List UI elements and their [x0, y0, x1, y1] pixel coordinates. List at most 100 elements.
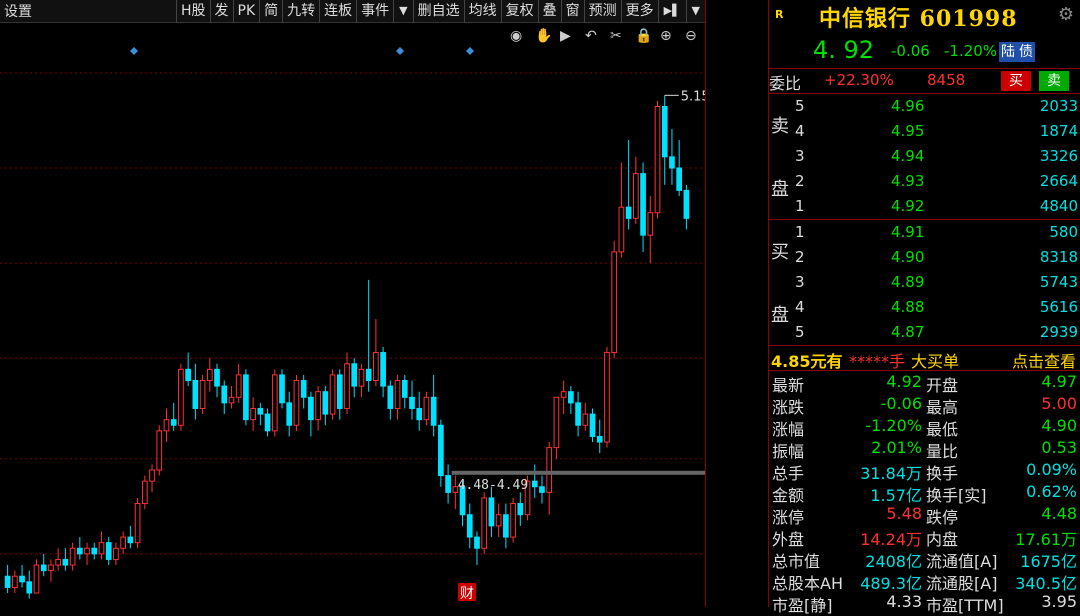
bid-row[interactable]: 1 4.91 580	[769, 220, 1080, 245]
stats-row: 总市值 2408亿 流通值[A] 1675亿	[769, 547, 1080, 571]
level: 5	[795, 323, 805, 341]
candle-body	[257, 407, 264, 415]
candle-body	[250, 407, 256, 421]
toolbar-button-14[interactable]: 更多	[620, 0, 658, 22]
toolbar-button-12[interactable]: 窗	[560, 0, 584, 22]
candle-body	[192, 380, 199, 409]
stat-value: 4.90	[1041, 416, 1077, 435]
toolbar-button-16[interactable]: ▼	[685, 0, 705, 22]
candle-body	[401, 380, 408, 398]
ask-row[interactable]: 3 4.94 3326	[769, 144, 1080, 169]
candle-body	[127, 536, 134, 544]
undo-icon[interactable]: ↶	[585, 28, 597, 44]
toolbar-button-10[interactable]: 复权	[500, 0, 538, 22]
zoom-out-icon[interactable]: ⊖	[685, 28, 697, 44]
candle-body	[62, 558, 69, 566]
play-icon[interactable]: ▶	[560, 28, 571, 44]
stats-row: 涨停 5.48 跌停 4.48	[769, 503, 1080, 527]
event-marker-icon	[130, 47, 138, 55]
stat-value: 0.62%	[1026, 482, 1077, 501]
lock-icon[interactable]: 🔒	[635, 28, 652, 44]
level: 3	[795, 273, 805, 291]
price: 4.90	[891, 248, 925, 266]
toolbar-button-7[interactable]: ▼	[393, 0, 412, 22]
toolbar-button-13[interactable]: 预测	[583, 0, 621, 22]
ask-row[interactable]: 5 4.96 2033	[769, 94, 1080, 119]
ask-row[interactable]: 2 4.93 2664	[769, 169, 1080, 194]
candle-body	[539, 486, 545, 493]
hand-icon[interactable]: ✋	[535, 27, 552, 44]
quantity: 3326	[1039, 147, 1078, 165]
candle-body	[365, 368, 372, 382]
settings-button[interactable]: 设置	[0, 1, 32, 21]
candle-body	[156, 430, 163, 471]
candlestick-chart[interactable]: 5.205.034.864.694.514.345.154.48-4.49财◉✋…	[0, 23, 705, 607]
big-order-link[interactable]: 点击查看	[1012, 348, 1076, 372]
price: 4.87	[891, 323, 925, 341]
bid-row[interactable]: 2 4.90 8318	[769, 245, 1080, 270]
candle-body	[568, 391, 574, 404]
tag-zhai[interactable]: 债	[1017, 42, 1035, 62]
ask-row[interactable]: 1 4.92 4840	[769, 194, 1080, 219]
stat-value: 5.48	[886, 504, 922, 523]
toolbar-button-9[interactable]: 均线	[463, 0, 501, 22]
candle-body	[48, 564, 54, 572]
candle-body	[315, 391, 321, 421]
bid-row[interactable]: 5 4.87 2939	[769, 320, 1080, 345]
bid-row[interactable]: 4 4.88 5616	[769, 295, 1080, 320]
price: 4.94	[891, 147, 925, 165]
candle-body	[279, 374, 285, 404]
candle-body	[214, 368, 220, 387]
scissors-icon[interactable]: ✂	[610, 28, 622, 44]
stat-value: 0.09%	[1026, 460, 1077, 479]
toolbar-button-0[interactable]: H股	[175, 0, 210, 22]
eye-icon[interactable]: ◉	[510, 28, 522, 44]
high-annotation-label: 5.15	[681, 89, 705, 104]
toolbar-button-3[interactable]: 简	[259, 0, 282, 22]
candle-body	[163, 419, 170, 432]
toolbar-button-8[interactable]: 删自选	[412, 0, 464, 22]
toolbar-button-11[interactable]: 叠	[537, 0, 561, 22]
stat-value: 0.53	[1041, 438, 1077, 457]
sell-button[interactable]: 卖	[1039, 71, 1069, 91]
ask-row[interactable]: 4 4.95 1874	[769, 119, 1080, 144]
toolbar-button-2[interactable]: PK	[232, 0, 260, 22]
candle-body	[264, 413, 271, 432]
candle-body	[661, 106, 668, 158]
candle-body	[344, 363, 350, 409]
finance-marker-label: 财	[460, 586, 474, 602]
bid-row[interactable]: 3 4.89 5743	[769, 270, 1080, 295]
candle-body	[531, 480, 538, 488]
candle-body	[76, 547, 83, 555]
stats-row: 外盘 14.24万 内盘 17.61万	[769, 525, 1080, 549]
toolbar-button-5[interactable]: 连板	[319, 0, 356, 22]
toolbar-button-1[interactable]: 发	[209, 0, 233, 22]
candle-body	[560, 391, 567, 398]
quantity: 1874	[1039, 122, 1078, 140]
order-ratio-row: 委比 +22.30% 8458 买 卖	[769, 69, 1080, 94]
zoom-in-icon[interactable]: ⊕	[660, 28, 672, 44]
candle-body	[134, 503, 141, 544]
candle-body	[466, 514, 473, 538]
candle-body	[438, 424, 444, 477]
toolbar-button-15[interactable]: ▶▌	[657, 0, 686, 22]
candle-body	[105, 542, 112, 560]
stats-row: 最新 4.92 开盘 4.97	[769, 371, 1080, 395]
toolbar-button-6[interactable]: 事件	[356, 0, 393, 22]
candle-body	[336, 374, 343, 409]
candle-body	[286, 402, 293, 426]
candle-body	[141, 480, 148, 505]
candle-body	[26, 581, 33, 594]
buy-button[interactable]: 买	[1001, 71, 1031, 91]
candle-body	[423, 396, 430, 421]
candle-body	[625, 206, 632, 219]
candle-body	[185, 368, 191, 382]
candle-body	[33, 564, 40, 594]
tag-lu[interactable]: 陆	[999, 42, 1017, 62]
candle-body	[149, 469, 155, 482]
candle-body	[329, 374, 336, 415]
toolbar-button-4[interactable]: 九转	[282, 0, 319, 22]
gear-icon[interactable]: ⚙	[1058, 4, 1074, 25]
candle-body	[495, 514, 502, 527]
candle-body	[669, 156, 675, 169]
